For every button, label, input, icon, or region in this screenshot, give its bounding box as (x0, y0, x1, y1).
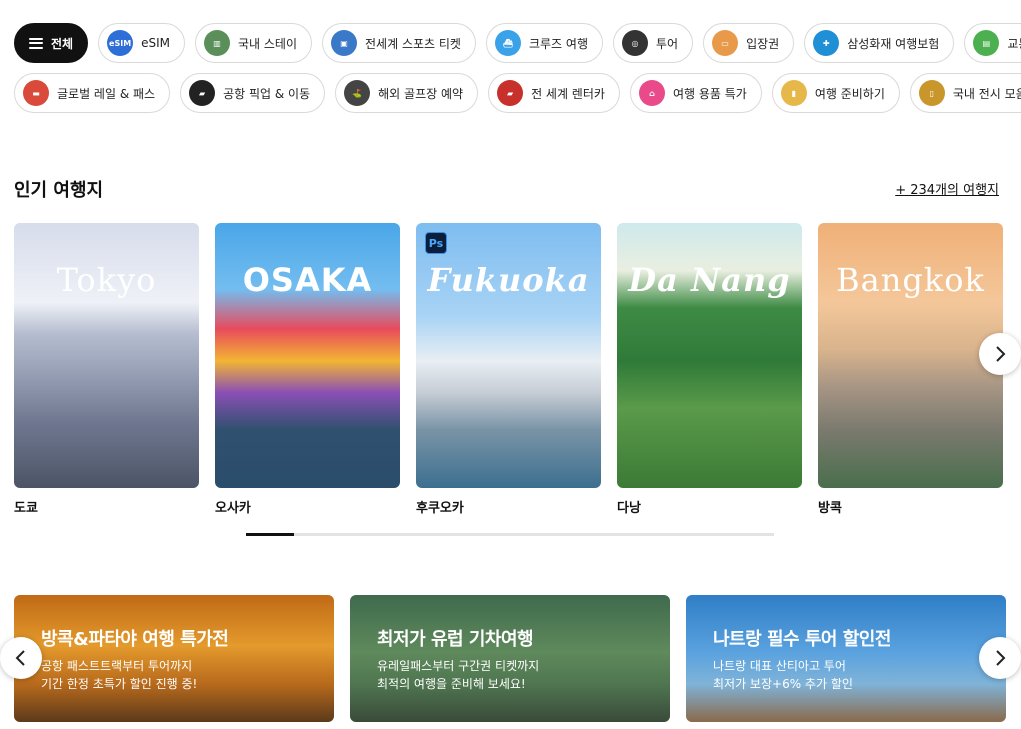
destination-card-osaka[interactable]: OSAKA 오사카 (215, 223, 400, 516)
promo-prev-button[interactable] (0, 637, 42, 679)
destination-overlay-title: Tokyo (56, 261, 157, 299)
destination-card-danang[interactable]: Da Nang 다낭 (617, 223, 802, 516)
category-chip-golf[interactable]: ⛳ 해외 골프장 예약 (335, 73, 479, 113)
destination-overlay-title: Fukuoka (427, 261, 590, 299)
promo-banner-nhatrang[interactable]: 나트랑 필수 투어 할인전 나트랑 대표 산티아고 투어 최저가 보장+6% 추… (686, 595, 1006, 722)
category-label: 여행 용품 특가 (672, 86, 747, 101)
exhibition-icon: ▯ (918, 80, 945, 106)
category-row-2: ▬ 글로벌 레일 & 패스 ▰ 공항 픽업 & 이동 ⛳ 해외 골프장 예약 ▰… (14, 73, 1021, 113)
category-label: 국내 전시 모음 (952, 86, 1021, 101)
promo-title: 나트랑 필수 투어 할인전 (713, 629, 891, 650)
promo-carousel: 방콕&파타야 여행 특가전 공항 패스트트랙부터 투어까지 기간 한정 초특가 … (14, 595, 1006, 722)
car-icon: ▰ (189, 80, 216, 106)
promo-banner-bangkok[interactable]: 방콕&파타야 여행 특가전 공항 패스트트랙부터 투어까지 기간 한정 초특가 … (14, 595, 334, 722)
category-chip-exhibitions[interactable]: ▯ 국내 전시 모음 (909, 73, 1021, 113)
category-chip-esim[interactable]: eSIM eSIM (98, 23, 185, 63)
luggage-icon: ▮ (780, 80, 807, 106)
category-label: 전세계 스포츠 티켓 (365, 36, 461, 51)
rental-car-icon: ▰ (497, 80, 524, 106)
promo-title: 방콕&파타야 여행 특가전 (41, 629, 229, 650)
promo-banner-europe-rail[interactable]: 최저가 유럽 기차여행 유레일패스부터 구간권 티켓까지 최적의 여행을 준비해… (350, 595, 670, 722)
promo-subtitle: 기간 한정 초특가 할인 진행 중! (41, 677, 198, 691)
cruise-icon: ⛴ (494, 30, 521, 56)
destination-name: 후쿠오카 (416, 501, 464, 516)
destination-overlay-title: OSAKA (242, 261, 373, 299)
destination-name: 오사카 (215, 501, 251, 516)
binoculars-icon: ◎ (621, 30, 648, 56)
category-chip-domestic-stay[interactable]: ▥ 국내 스테이 (195, 23, 313, 63)
promo-subtitle: 최적의 여행을 준비해 보세요! (377, 677, 526, 691)
category-chip-travel-goods[interactable]: ⌂ 여행 용품 특가 (629, 73, 762, 113)
category-label: 여행 준비하기 (814, 86, 885, 101)
destination-image: Bangkok (818, 223, 1003, 488)
promo-title: 최저가 유럽 기차여행 (377, 629, 534, 650)
destination-image: OSAKA (215, 223, 400, 488)
category-label: 입장권 (746, 36, 780, 51)
destination-image: Tokyo (14, 223, 199, 488)
destination-overlay-title: Da Nang (628, 261, 791, 299)
destination-overlay-title: Bangkok (836, 261, 985, 299)
category-chip-cruise[interactable]: ⛴ 크루즈 여행 (485, 23, 603, 63)
category-chip-admission[interactable]: ▭ 입장권 (703, 23, 795, 63)
insurance-icon: ✚ (813, 30, 840, 56)
carousel-scrollbar[interactable] (246, 533, 774, 536)
category-chip-airport-pickup[interactable]: ▰ 공항 픽업 & 이동 (180, 73, 326, 113)
category-chip-global-rail[interactable]: ▬ 글로벌 레일 & 패스 (14, 73, 171, 113)
more-destinations-link[interactable]: + 234개의 여행지 (895, 179, 999, 198)
category-label: 교통패스 (1007, 36, 1021, 51)
category-label: 투어 (655, 36, 679, 51)
ps-badge: Ps (425, 232, 447, 254)
destination-image: Ps Fukuoka (416, 223, 601, 488)
category-row-1: 전체 eSIM eSIM ▥ 국내 스테이 ▣ 전세계 스포츠 티켓 ⛴ 크루즈… (14, 23, 1021, 63)
promo-next-button[interactable] (979, 637, 1021, 679)
destination-carousel: Tokyo 도쿄 OSAKA 오사카 Ps Fukuoka 후쿠오카 Da Na… (14, 223, 1003, 516)
destination-name: 도쿄 (14, 501, 38, 516)
promo-subtitle: 최저가 보장+6% 추가 할인 (713, 677, 853, 691)
destination-card-bangkok[interactable]: Bangkok 방콕 (818, 223, 1003, 516)
transit-pass-icon: ▤ (973, 30, 1000, 56)
chevron-left-icon (15, 650, 25, 666)
category-label: 전 세계 렌터카 (531, 86, 605, 101)
category-label: 해외 골프장 예약 (378, 86, 464, 101)
travel-goods-icon: ⌂ (638, 80, 665, 106)
category-label: 전체 (51, 36, 74, 51)
promo-subtitle: 나트랑 대표 산티아고 투어 (713, 659, 846, 673)
category-label: 삼성화재 여행보험 (847, 36, 940, 51)
category-label: 크루즈 여행 (528, 36, 588, 51)
chevron-right-icon (996, 650, 1006, 666)
promo-subtitle: 유레일패스부터 구간권 티켓까지 (377, 659, 540, 673)
ticket-icon: ▣ (331, 30, 358, 56)
category-chip-all[interactable]: 전체 (14, 23, 89, 63)
golf-icon: ⛳ (344, 80, 371, 106)
category-label: eSIM (141, 36, 170, 50)
category-chip-transit-pass[interactable]: ▤ 교통패스 (964, 23, 1021, 63)
destination-name: 다낭 (617, 501, 641, 516)
destination-image: Da Nang (617, 223, 802, 488)
destination-card-tokyo[interactable]: Tokyo 도쿄 (14, 223, 199, 516)
carousel-next-button[interactable] (979, 333, 1021, 375)
section-title-popular: 인기 여행지 (14, 180, 104, 201)
admission-ticket-icon: ▭ (712, 30, 739, 56)
train-icon: ▬ (23, 80, 49, 106)
category-label: 국내 스테이 (238, 36, 298, 51)
destination-card-fukuoka[interactable]: Ps Fukuoka 후쿠오카 (416, 223, 601, 516)
menu-icon (27, 34, 45, 52)
promo-subtitle: 공항 패스트트랙부터 투어까지 (41, 659, 193, 673)
category-chip-insurance[interactable]: ✚ 삼성화재 여행보험 (804, 23, 955, 63)
category-chip-tour[interactable]: ◎ 투어 (612, 23, 694, 63)
category-chip-rental-car[interactable]: ▰ 전 세계 렌터카 (488, 73, 620, 113)
category-chip-sports-tickets[interactable]: ▣ 전세계 스포츠 티켓 (322, 23, 476, 63)
carousel-scrollbar-thumb[interactable] (246, 533, 294, 536)
category-label: 공항 픽업 & 이동 (223, 86, 311, 101)
destination-name: 방콕 (818, 501, 842, 516)
category-label: 글로벌 레일 & 패스 (57, 86, 156, 101)
building-icon: ▥ (204, 30, 230, 56)
esim-icon: eSIM (107, 30, 134, 56)
chevron-right-icon (996, 346, 1006, 362)
category-chip-travel-prep[interactable]: ▮ 여행 준비하기 (771, 73, 900, 113)
